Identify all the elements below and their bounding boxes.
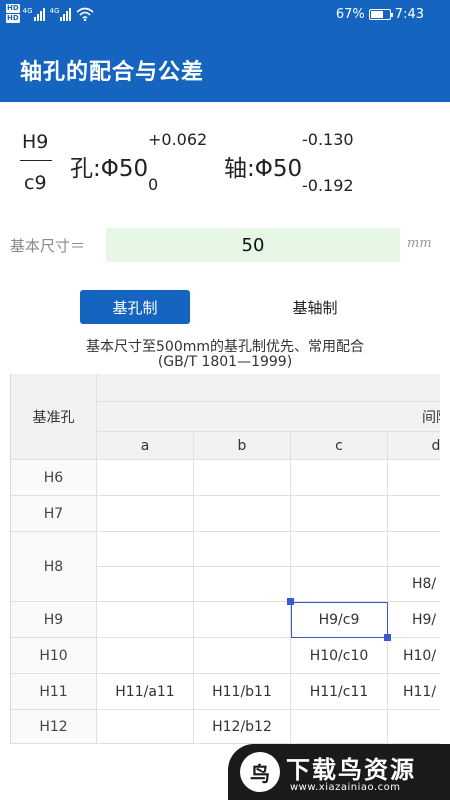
column-header-a: a — [97, 432, 194, 460]
hole-dimension: 孔:Φ50 — [70, 156, 149, 182]
shaft-lower-deviation: -0.192 — [302, 176, 354, 195]
table-cell[interactable] — [388, 710, 440, 744]
network-type-2: 4G — [49, 7, 60, 15]
table-cell[interactable] — [194, 638, 291, 674]
basic-size-label: 基本尺寸＝ — [10, 237, 86, 255]
cell-h10-d[interactable]: H10/ — [388, 638, 440, 674]
table-cell[interactable] — [97, 710, 194, 744]
table-cell[interactable] — [194, 567, 291, 602]
table-cell[interactable] — [97, 567, 194, 602]
corner-header: 基准孔 — [11, 374, 97, 460]
table-standard: (GB/T 1801—1999) — [157, 354, 293, 370]
table-cell[interactable] — [97, 532, 194, 567]
row-header-h9: H9 — [11, 602, 97, 638]
row-header-h10: H10 — [11, 638, 97, 674]
cell-h11-d[interactable]: H11/ — [388, 674, 440, 710]
selection-handle-top-left[interactable] — [287, 598, 294, 605]
hole-basis-button[interactable]: 基孔制 — [80, 290, 190, 324]
unit-label: mm — [407, 236, 432, 251]
shaft-dimension: 轴:Φ50 — [224, 156, 303, 182]
cell-h11-c[interactable]: H11/c11 — [291, 674, 388, 710]
table-cell[interactable] — [97, 602, 194, 638]
network-type-1: 4G — [22, 7, 33, 15]
table-cell[interactable] — [194, 496, 291, 532]
row-header-h11: H11 — [11, 674, 97, 710]
status-right: 67% 7:43 — [336, 7, 424, 22]
battery-icon — [368, 9, 393, 20]
table-cell[interactable] — [194, 602, 291, 638]
wifi-icon — [76, 7, 94, 21]
cell-h8-d[interactable]: H8/ — [388, 567, 440, 602]
table-cell[interactable] — [388, 532, 440, 567]
cell-h10-c[interactable]: H10/c10 — [291, 638, 388, 674]
row-header-h12: H12 — [11, 710, 97, 744]
column-header-b: b — [194, 432, 291, 460]
hd-badge-2: HD — [6, 14, 20, 23]
column-header-c: c — [291, 432, 388, 460]
shaft-upper-deviation: -0.130 — [302, 130, 354, 149]
table-cell[interactable] — [388, 460, 440, 496]
row-header-h6: H6 — [11, 460, 97, 496]
table-cell[interactable] — [388, 496, 440, 532]
table-cell[interactable] — [97, 496, 194, 532]
table-cell[interactable] — [97, 460, 194, 496]
watermark-banner: 鸟 下载鸟资源 www.xiazainiao.com — [228, 744, 450, 800]
table-cell[interactable] — [291, 460, 388, 496]
status-bar: HD HD 4G 4G 67% 7:43 — [0, 0, 450, 32]
page-title: 轴孔的配合与公差 — [20, 60, 205, 85]
status-left: HD HD 4G 4G — [6, 4, 94, 24]
fit-denominator: c9 — [24, 172, 47, 194]
table-cell[interactable] — [291, 496, 388, 532]
app-bar: 轴孔的配合与公差 — [0, 32, 450, 102]
cell-h11-b[interactable]: H11/b11 — [194, 674, 291, 710]
table-cell[interactable] — [97, 638, 194, 674]
hole-upper-deviation: +0.062 — [148, 130, 208, 149]
watermark-text: 下载鸟资源 — [286, 756, 416, 784]
table-cell[interactable] — [291, 567, 388, 602]
clock: 7:43 — [394, 7, 424, 22]
selection-handle-bottom-right[interactable] — [384, 634, 391, 641]
table-caption: 基本尺寸至500mm的基孔制优先、常用配合 — [86, 339, 364, 355]
battery-percent: 67% — [335, 7, 365, 22]
cell-h9-c-selected[interactable]: H9/c9 — [291, 602, 388, 638]
cell-h11-a[interactable]: H11/a11 — [97, 674, 194, 710]
group-header-clearance: 间隙 — [97, 402, 440, 432]
row-header-h7: H7 — [11, 496, 97, 532]
signal-icon-1: 4G — [23, 7, 46, 21]
row-header-h8: H8 — [11, 532, 97, 602]
basic-size-input[interactable] — [106, 228, 400, 262]
watermark-url: www.xiazainiao.com — [290, 782, 401, 793]
column-header-d: d — [388, 432, 440, 460]
hd-badge-1: HD — [6, 4, 20, 13]
cell-h12-b[interactable]: H12/b12 — [194, 710, 291, 744]
watermark-logo-icon: 鸟 — [240, 752, 280, 792]
table-cell[interactable] — [291, 710, 388, 744]
fit-table[interactable]: 基准孔 间隙 a b c d H6 H7 H8 H8/ H9 H9/c9 H9/… — [10, 374, 440, 744]
fraction-bar — [20, 160, 52, 161]
table-cell[interactable] — [194, 460, 291, 496]
fit-numerator: H9 — [22, 131, 49, 153]
signal-icon-2: 4G — [50, 7, 73, 21]
shaft-basis-button[interactable]: 基轴制 — [260, 290, 370, 324]
hole-lower-deviation: 0 — [148, 175, 159, 194]
header-top-band — [97, 374, 440, 402]
hd-badges: HD HD — [6, 4, 20, 24]
watermark-logo-glyph: 鸟 — [250, 761, 270, 786]
table-cell[interactable] — [194, 532, 291, 567]
cell-h9-d[interactable]: H9/ — [388, 602, 440, 638]
table-cell[interactable] — [291, 532, 388, 567]
